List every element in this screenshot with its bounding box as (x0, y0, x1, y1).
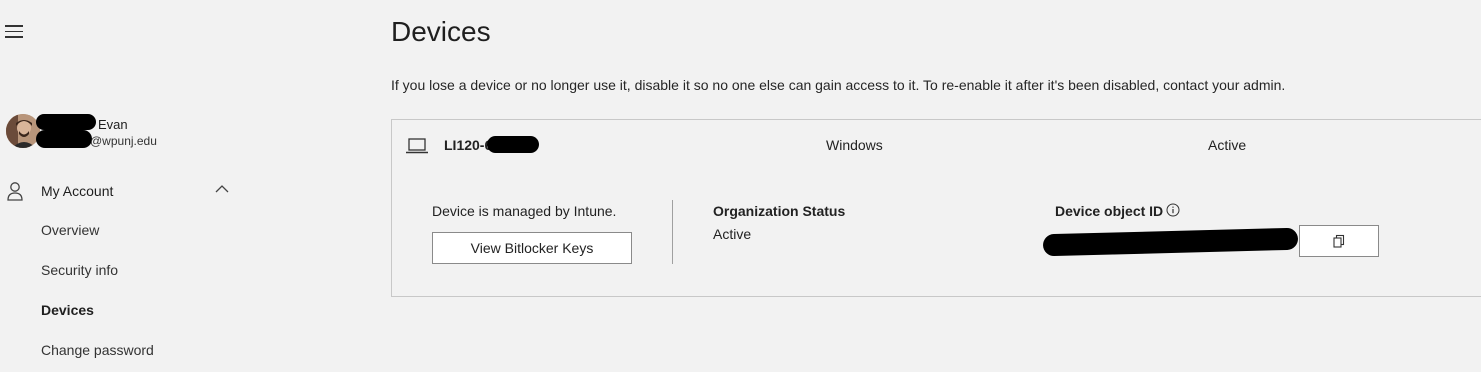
my-account-toggle[interactable]: My Account (6, 180, 236, 202)
device-object-id-label: Device object ID (1055, 203, 1164, 219)
sidebar: Evan @wpunj.edu My Account Overview Secu… (0, 0, 380, 372)
device-status: Active (1208, 137, 1247, 153)
info-icon[interactable] (1166, 203, 1180, 222)
chevron-up-icon (214, 182, 230, 200)
laptop-icon (405, 137, 429, 160)
page-description: If you lose a device or no longer use it… (391, 77, 1286, 93)
device-os: Windows (826, 137, 883, 153)
view-bitlocker-keys-button[interactable]: View Bitlocker Keys (432, 232, 632, 264)
managed-by-intune-text: Device is managed by Intune. (432, 203, 617, 219)
device-card: LI120-6 4 Windows Active Device is manag… (391, 119, 1481, 297)
hamburger-menu-icon[interactable] (5, 24, 23, 40)
redaction-mark (36, 114, 96, 130)
device-object-id-redacted (1042, 227, 1299, 257)
user-email: @wpunj.edu (90, 134, 157, 148)
organization-status-label: Organization Status (713, 203, 846, 219)
sidebar-item-security-info[interactable]: Security info (41, 262, 118, 278)
user-name: Evan (98, 117, 128, 132)
redaction-mark (487, 136, 539, 153)
sidebar-item-change-password[interactable]: Change password (41, 342, 154, 358)
divider (672, 200, 673, 264)
avatar (6, 114, 40, 148)
organization-status-value: Active (713, 226, 752, 242)
redaction-mark (36, 130, 92, 148)
sidebar-item-overview[interactable]: Overview (41, 222, 99, 238)
copy-device-id-button[interactable] (1299, 225, 1379, 257)
sidebar-item-devices[interactable]: Devices (41, 302, 94, 318)
person-icon (6, 181, 24, 206)
copy-icon (1300, 234, 1378, 248)
page-title: Devices (391, 16, 491, 47)
my-account-label: My Account (41, 183, 114, 199)
